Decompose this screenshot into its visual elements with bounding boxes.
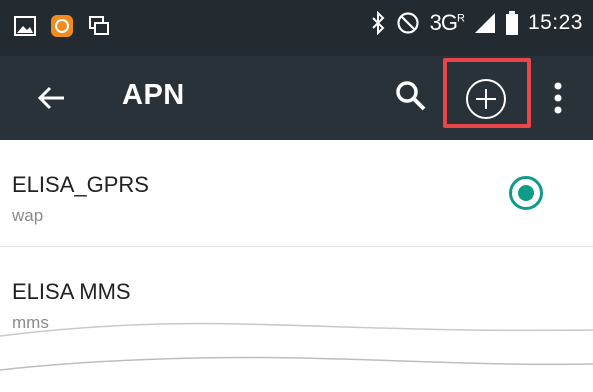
- page-title: APN: [122, 79, 185, 111]
- apn-list: ELISA_GPRS wap ELISA MMS mms: [0, 140, 593, 354]
- apn-list-item[interactable]: ELISA_GPRS wap: [0, 140, 593, 247]
- signal-icon: [474, 13, 495, 33]
- back-arrow-icon[interactable]: [34, 78, 74, 118]
- clock: 15:23: [527, 11, 583, 34]
- app-notification-icon: [51, 15, 73, 37]
- apn-list-item[interactable]: ELISA MMS mms: [0, 247, 593, 354]
- notification-icons: [14, 14, 110, 38]
- bluetooth-icon: [371, 11, 385, 35]
- network-type: 3GR: [429, 10, 465, 35]
- do-not-disturb-icon: [397, 12, 419, 34]
- apn-name: ELISA MMS: [12, 279, 131, 304]
- add-button-highlight: [443, 58, 531, 128]
- gallery-icon: [14, 16, 36, 36]
- screen: 3GR 15:23 APN ELISA_GPRS wap ELISA MMS m…: [0, 0, 593, 392]
- apn-name: ELISA_GPRS: [12, 172, 149, 197]
- selected-radio-button[interactable]: [509, 176, 543, 210]
- screenshot-icon: [89, 16, 109, 35]
- apn-type: mms: [12, 313, 49, 332]
- status-bar: 3GR 15:23: [0, 0, 593, 56]
- more-vert-icon[interactable]: [548, 78, 568, 118]
- system-icons: 3GR 15:23: [370, 10, 583, 36]
- apn-type: wap: [12, 206, 44, 225]
- search-icon[interactable]: [393, 78, 429, 114]
- battery-icon: [505, 11, 518, 35]
